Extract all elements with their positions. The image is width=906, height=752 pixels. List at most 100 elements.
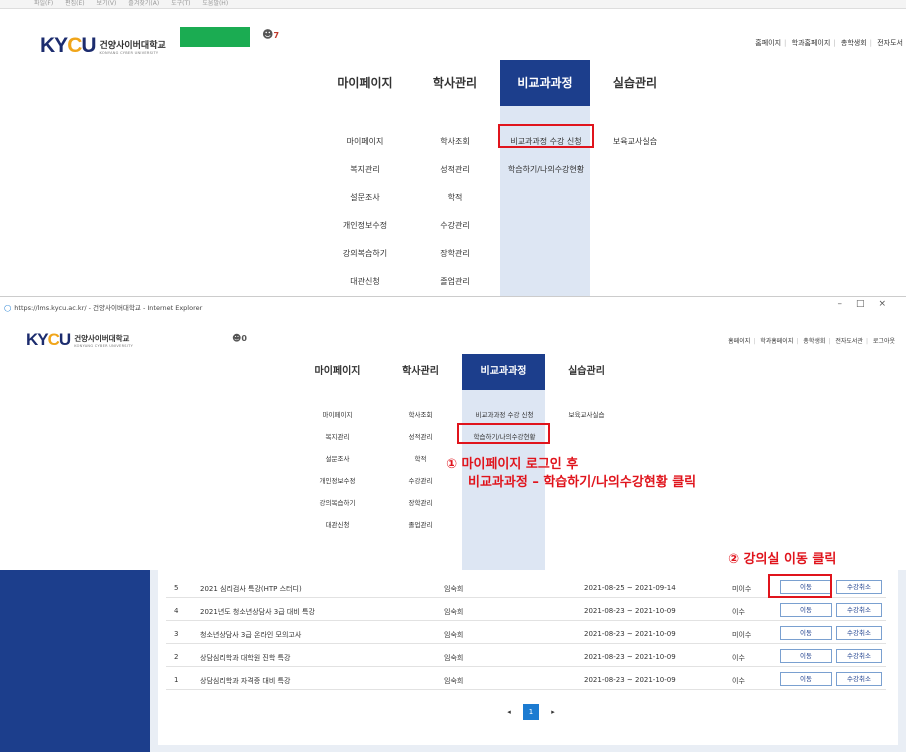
submenu-item[interactable]: 설문조사 — [296, 448, 379, 470]
ie-title-bar: ◯ https://lms.kycu.ac.kr/ - 건양사이버대학교 - In… — [0, 298, 906, 312]
maximize-button[interactable]: □ — [856, 299, 879, 309]
link-student-council[interactable]: 총학생회 — [841, 39, 867, 47]
submenu-item[interactable]: 장학관리 — [410, 240, 500, 268]
link-home[interactable]: 홈페이지 — [755, 39, 781, 47]
highlight-box-move-button — [768, 574, 832, 598]
redacted-user-name — [180, 27, 250, 47]
nav-tab-nonsubject[interactable]: 비교과과정 — [500, 60, 590, 106]
cancel-enroll-button[interactable]: 수강취소 — [836, 626, 882, 640]
move-classroom-button[interactable]: 이동 — [780, 603, 832, 617]
nav-tab-academic[interactable]: 학사관리 — [379, 354, 462, 390]
submenu-item[interactable]: 학적 — [410, 184, 500, 212]
prev-page-button[interactable]: ◂ — [501, 704, 517, 720]
cancel-enroll-button[interactable]: 수강취소 — [836, 649, 882, 663]
nav-tab-practice[interactable]: 실습관리 — [590, 60, 680, 106]
submenu-item[interactable]: 대관신청 — [296, 514, 379, 536]
top-screenshot: 파일(F) 편집(E) 보기(V) 즐겨찾기(A) 도구(T) 도움말(H) K… — [0, 0, 906, 296]
submenu-item[interactable]: 졸업관리 — [410, 268, 500, 296]
site-logo[interactable]: KYCU 건양사이버대학교 KONYANG CYBER UNIVERSITY — [40, 34, 166, 58]
menu-edit[interactable]: 편집(E) — [65, 0, 85, 7]
submenu-item[interactable]: 마이페이지 — [296, 404, 379, 426]
table-row: 2 상담심리학과 대학원 진학 특강 임숙희 2021-08-23 ~ 2021… — [166, 645, 886, 667]
site-logo-2[interactable]: KYCU 건양사이버대학교 KONYANG CYBER UNIVERSITY — [26, 330, 133, 350]
nav-tab-practice[interactable]: 실습관리 — [545, 354, 628, 390]
submenu-item[interactable]: 보육교사실습 — [590, 128, 680, 156]
cancel-enroll-button[interactable]: 수강취소 — [836, 603, 882, 617]
submenu-item[interactable]: 개인정보수정 — [320, 212, 410, 240]
submenu-item[interactable]: 성적관리 — [410, 156, 500, 184]
nav-tab-mypage[interactable]: 마이페이지 — [296, 354, 379, 390]
page-1-button[interactable]: 1 — [523, 704, 539, 720]
ie-icon: ◯ — [4, 304, 12, 312]
table-row: 4 2021년도 청소년상담사 3급 대비 특강 임숙희 2021-08-23 … — [166, 599, 886, 621]
left-sidebar — [0, 570, 150, 752]
nav-tab-academic[interactable]: 학사관리 — [410, 60, 500, 106]
user-count: 7 — [273, 31, 280, 40]
main-nav: 마이페이지 학사관리 비교과과정 실습관리 — [320, 60, 680, 106]
submenu-item[interactable]: 복지관리 — [296, 426, 379, 448]
move-classroom-button[interactable]: 이동 — [780, 672, 832, 686]
close-button[interactable]: × — [878, 299, 900, 309]
logo-name-ko: 건양사이버대학교 — [99, 40, 166, 51]
link-library[interactable]: 전자도서 — [877, 39, 903, 47]
window-controls: –□× — [837, 299, 900, 309]
screenshot-divider — [0, 296, 906, 297]
submenu-item[interactable]: 장학관리 — [379, 492, 462, 514]
logo-name-en: KONYANG CYBER UNIVERSITY — [74, 343, 134, 348]
menu-view[interactable]: 보기(V) — [97, 0, 117, 7]
submenu-item[interactable]: 대관신청 — [320, 268, 410, 296]
instruction-step-1: ① 마이페이지 로그인 후 비교과과정 – 학습하기/나의수강현황 클릭 — [446, 457, 697, 490]
menu-favorites[interactable]: 즐겨찾기(A) — [128, 0, 159, 7]
browser-menubar: 파일(F) 편집(E) 보기(V) 즐겨찾기(A) 도구(T) 도움말(H) — [0, 0, 906, 9]
submenu-item-my-courses[interactable]: 학습하기/나의수강현황 — [500, 156, 592, 184]
submenu-mypage-2: 마이페이지 복지관리 설문조사 개인정보수정 강의복습하기 대관신청 — [296, 404, 379, 536]
submenu-item[interactable]: 마이페이지 — [320, 128, 410, 156]
submenu-item[interactable]: 보육교사실습 — [545, 404, 628, 426]
cancel-enroll-button[interactable]: 수강취소 — [836, 672, 882, 686]
submenu-item[interactable]: 개인정보수정 — [296, 470, 379, 492]
highlight-box-apply — [498, 124, 594, 148]
submenu-practice-2: 보육교사실습 — [545, 404, 628, 426]
submenu-item[interactable]: 졸업관리 — [379, 514, 462, 536]
user-icon[interactable]: ☻7 — [262, 28, 279, 41]
table-row: 1 상담심리학과 자격증 대비 특강 임숙희 2021-08-23 ~ 2021… — [166, 668, 886, 690]
link-library[interactable]: 전자도서관 — [835, 338, 863, 345]
nav-tab-mypage[interactable]: 마이페이지 — [320, 60, 410, 106]
logo-mark: KYCU — [40, 34, 97, 57]
link-home[interactable]: 홈페이지 — [728, 338, 750, 345]
top-links: 홈페이지 | 학과홈페이지 | 총학생회 | 전자도서 — [755, 39, 903, 47]
nav-tab-nonsubject[interactable]: 비교과과정 — [462, 354, 545, 390]
menu-file[interactable]: 파일(F) — [34, 0, 53, 7]
main-nav-2: 마이페이지 학사관리 비교과과정 실습관리 — [296, 354, 628, 390]
user-count-2: 0 — [241, 334, 247, 343]
link-dept-home[interactable]: 학과홈페이지 — [792, 39, 831, 47]
next-page-button[interactable]: ▸ — [545, 704, 561, 720]
submenu-item[interactable]: 수강관리 — [410, 212, 500, 240]
submenu-item[interactable]: 강의복습하기 — [320, 240, 410, 268]
logo-mark: KYCU — [26, 330, 71, 349]
submenu-practice: 보육교사실습 — [590, 128, 680, 156]
minimize-button[interactable]: – — [837, 299, 856, 309]
submenu-item[interactable]: 학사조회 — [410, 128, 500, 156]
ie-url-title: https://lms.kycu.ac.kr/ - 건양사이버대학교 - Int… — [14, 304, 203, 312]
top-links-2: 홈페이지 | 학과홈페이지 | 총학생회 | 전자도서관 | 로그아웃 — [728, 338, 895, 345]
submenu-item[interactable]: 복지관리 — [320, 156, 410, 184]
menu-tools[interactable]: 도구(T) — [171, 0, 190, 7]
logo-name-en: KONYANG CYBER UNIVERSITY — [99, 50, 159, 55]
pagination: ◂ 1 ▸ — [498, 704, 564, 720]
link-logout[interactable]: 로그아웃 — [873, 338, 895, 345]
submenu-mypage: 마이페이지 복지관리 설문조사 개인정보수정 강의복습하기 대관신청 — [320, 128, 410, 296]
logo-name-ko: 건양사이버대학교 — [74, 333, 130, 343]
move-classroom-button[interactable]: 이동 — [780, 649, 832, 663]
user-icon-2[interactable]: ☻0 — [232, 334, 247, 344]
submenu-item[interactable]: 설문조사 — [320, 184, 410, 212]
submenu-item[interactable]: 강의복습하기 — [296, 492, 379, 514]
cancel-enroll-button[interactable]: 수강취소 — [836, 580, 882, 594]
submenu-item[interactable]: 성적관리 — [379, 426, 462, 448]
submenu-item[interactable]: 학사조회 — [379, 404, 462, 426]
link-dept-home[interactable]: 학과홈페이지 — [760, 338, 793, 345]
menu-help[interactable]: 도움말(H) — [202, 0, 228, 7]
move-classroom-button[interactable]: 이동 — [780, 626, 832, 640]
link-student-council[interactable]: 총학생회 — [803, 338, 825, 345]
instruction-step-2: ② 강의실 이동 클릭 — [728, 552, 837, 567]
